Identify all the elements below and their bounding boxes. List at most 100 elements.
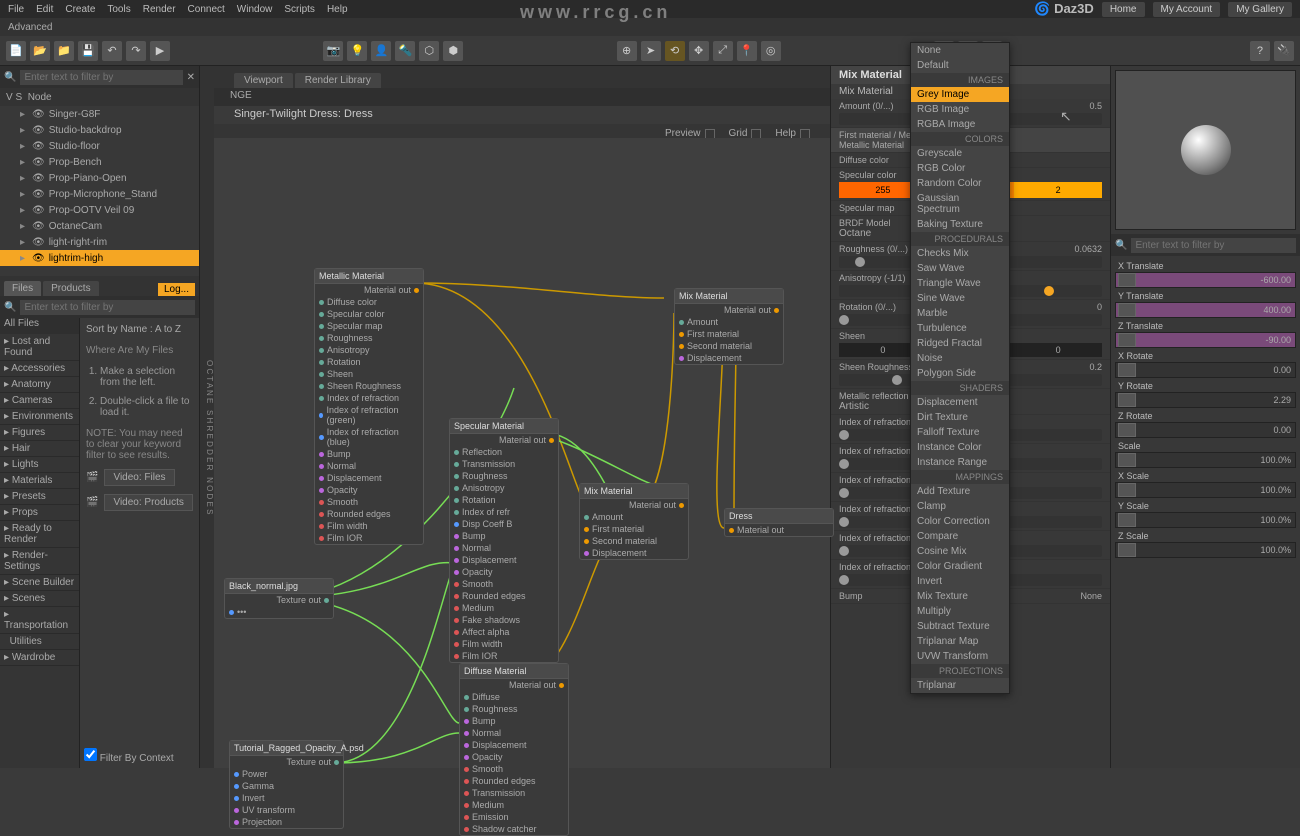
cm-none[interactable]: None bbox=[911, 43, 1009, 58]
transform-filter-input[interactable] bbox=[1131, 238, 1296, 253]
cm-inst-color[interactable]: Instance Color bbox=[911, 440, 1009, 455]
menu-help[interactable]: Help bbox=[327, 4, 348, 15]
orbit-icon[interactable]: ⊕ bbox=[617, 41, 637, 61]
y-translate-slider[interactable]: 400.00 bbox=[1115, 302, 1296, 318]
y-scale-slider[interactable]: 100.0% bbox=[1115, 512, 1296, 528]
folder-icon[interactable]: 📁 bbox=[54, 41, 74, 61]
sort-dropdown[interactable]: Sort by Name : A to Z bbox=[86, 324, 193, 335]
save-icon[interactable]: 💾 bbox=[78, 41, 98, 61]
tool-misc1-icon[interactable]: ⬡ bbox=[419, 41, 439, 61]
login-button[interactable]: Log... bbox=[158, 283, 195, 296]
cm-rgb-color[interactable]: RGB Color bbox=[911, 161, 1009, 176]
cm-triplanar[interactable]: Triplanar bbox=[911, 678, 1009, 693]
cm-invert[interactable]: Invert bbox=[911, 574, 1009, 589]
cat-item[interactable]: ▸ Props bbox=[0, 505, 79, 521]
nav-account[interactable]: My Account bbox=[1153, 2, 1221, 17]
cm-mix-tex[interactable]: Mix Texture bbox=[911, 589, 1009, 604]
tab-products[interactable]: Products bbox=[43, 281, 98, 296]
render-icon[interactable]: ▶ bbox=[150, 41, 170, 61]
node-specular[interactable]: Specular Material Material out Reflectio… bbox=[449, 418, 559, 663]
filter-context-checkbox[interactable] bbox=[84, 748, 97, 761]
cm-checks[interactable]: Checks Mix bbox=[911, 246, 1009, 261]
scene-node[interactable]: ▸👁 OctaneCam bbox=[0, 218, 199, 234]
cm-uvw[interactable]: UVW Transform bbox=[911, 649, 1009, 664]
help-icon[interactable]: ? bbox=[1250, 41, 1270, 61]
scene-node[interactable]: ▸👁 Prop-Bench bbox=[0, 154, 199, 170]
cm-turb[interactable]: Turbulence bbox=[911, 321, 1009, 336]
cm-compare[interactable]: Compare bbox=[911, 529, 1009, 544]
x-translate-slider[interactable]: -600.00 bbox=[1115, 272, 1296, 288]
scene-node[interactable]: ▸👁 Studio-backdrop bbox=[0, 122, 199, 138]
transform-search-icon[interactable]: 🔍 bbox=[1115, 240, 1127, 251]
target-icon[interactable]: ◎ bbox=[761, 41, 781, 61]
nav-home[interactable]: Home bbox=[1102, 2, 1145, 17]
z-translate-slider[interactable]: -90.00 bbox=[1115, 332, 1296, 348]
scene-node[interactable]: ▸👁 Studio-floor bbox=[0, 138, 199, 154]
node-opacity-image[interactable]: Tutorial_Ragged_Opacity_A.psd Texture ou… bbox=[229, 740, 344, 829]
search-icon[interactable]: 🔍 bbox=[4, 72, 16, 83]
cm-gradient[interactable]: Color Gradient bbox=[911, 559, 1009, 574]
cm-triangle[interactable]: Triangle Wave bbox=[911, 276, 1009, 291]
layout-mode[interactable]: Advanced bbox=[8, 22, 52, 33]
select-icon[interactable]: ➤ bbox=[641, 41, 661, 61]
tool-light-icon[interactable]: 💡 bbox=[347, 41, 367, 61]
cm-sine[interactable]: Sine Wave bbox=[911, 291, 1009, 306]
cm-baking[interactable]: Baking Texture bbox=[911, 217, 1009, 232]
node-mix1[interactable]: Mix Material Material out Amount First m… bbox=[674, 288, 784, 365]
cat-item[interactable]: Utilities bbox=[0, 634, 79, 650]
tab-files[interactable]: Files bbox=[4, 281, 41, 296]
node-mix2[interactable]: Mix Material Material out Amount First m… bbox=[579, 483, 689, 560]
cm-gaussian[interactable]: Gaussian Spectrum bbox=[911, 191, 1009, 217]
tool-spot-icon[interactable]: 🔦 bbox=[395, 41, 415, 61]
cm-inst-range[interactable]: Instance Range bbox=[911, 455, 1009, 470]
cat-item[interactable]: ▸ Lights bbox=[0, 457, 79, 473]
cm-dirt[interactable]: Dirt Texture bbox=[911, 410, 1009, 425]
cm-clamp[interactable]: Clamp bbox=[911, 499, 1009, 514]
category-all[interactable]: All Files bbox=[0, 318, 79, 334]
move-icon[interactable]: ✥ bbox=[689, 41, 709, 61]
nav-gallery[interactable]: My Gallery bbox=[1228, 2, 1292, 17]
menu-connect[interactable]: Connect bbox=[188, 4, 225, 15]
tab-nge[interactable]: NGE bbox=[222, 88, 260, 103]
tool-pose-icon[interactable]: 👤 bbox=[371, 41, 391, 61]
new-icon[interactable]: 📄 bbox=[6, 41, 26, 61]
cm-polyside[interactable]: Polygon Side bbox=[911, 366, 1009, 381]
cm-color-corr[interactable]: Color Correction bbox=[911, 514, 1009, 529]
video-files-button[interactable]: Video: Files bbox=[104, 469, 174, 486]
cm-multiply[interactable]: Multiply bbox=[911, 604, 1009, 619]
node-canvas[interactable]: Metallic Material Material out Diffuse c… bbox=[214, 138, 830, 768]
rotate-icon[interactable]: ⟲ bbox=[665, 41, 685, 61]
cm-rgba-image[interactable]: RGBA Image bbox=[911, 117, 1009, 132]
video-products-button[interactable]: Video: Products bbox=[104, 494, 192, 511]
undo-icon[interactable]: ↶ bbox=[102, 41, 122, 61]
x-rotate-slider[interactable]: 0.00 bbox=[1115, 362, 1296, 378]
cm-random-color[interactable]: Random Color bbox=[911, 176, 1009, 191]
cm-marble[interactable]: Marble bbox=[911, 306, 1009, 321]
content-filter-input[interactable] bbox=[20, 300, 195, 315]
menu-file[interactable]: File bbox=[8, 4, 24, 15]
menu-edit[interactable]: Edit bbox=[36, 4, 53, 15]
cat-item[interactable]: ▸ Figures bbox=[0, 425, 79, 441]
vertical-tab-strip[interactable]: O C T A N E S H R E D D E R N O D E S bbox=[200, 66, 214, 768]
menu-render[interactable]: Render bbox=[143, 4, 176, 15]
scene-node[interactable]: ▸👁 Prop-Piano-Open bbox=[0, 170, 199, 186]
scene-node[interactable]: ▸👁 Prop-OOTV Veil 09 bbox=[0, 202, 199, 218]
cat-item[interactable]: ▸ Transportation bbox=[0, 607, 79, 634]
scale-icon[interactable]: ⤢ bbox=[713, 41, 733, 61]
cat-item[interactable]: ▸ Scene Builder bbox=[0, 575, 79, 591]
cm-triplanar-map[interactable]: Triplanar Map bbox=[911, 634, 1009, 649]
y-rotate-slider[interactable]: 2.29 bbox=[1115, 392, 1296, 408]
node-dress[interactable]: Dress Material out bbox=[724, 508, 834, 537]
cat-item[interactable]: ▸ Render-Settings bbox=[0, 548, 79, 575]
cm-add-tex[interactable]: Add Texture bbox=[911, 484, 1009, 499]
menu-create[interactable]: Create bbox=[65, 4, 95, 15]
node-normal-image[interactable]: Black_normal.jpg Texture out ••• bbox=[224, 578, 334, 619]
cm-saw[interactable]: Saw Wave bbox=[911, 261, 1009, 276]
cat-item[interactable]: ▸ Scenes bbox=[0, 591, 79, 607]
plug-icon[interactable]: 🔌 bbox=[1274, 41, 1294, 61]
cm-grey-image[interactable]: Grey Image bbox=[911, 87, 1009, 102]
cat-item[interactable]: ▸ Cameras bbox=[0, 393, 79, 409]
cat-item[interactable]: ▸ Wardrobe bbox=[0, 650, 79, 666]
bump-value[interactable]: None bbox=[1080, 591, 1102, 601]
cm-ridged[interactable]: Ridged Fractal bbox=[911, 336, 1009, 351]
